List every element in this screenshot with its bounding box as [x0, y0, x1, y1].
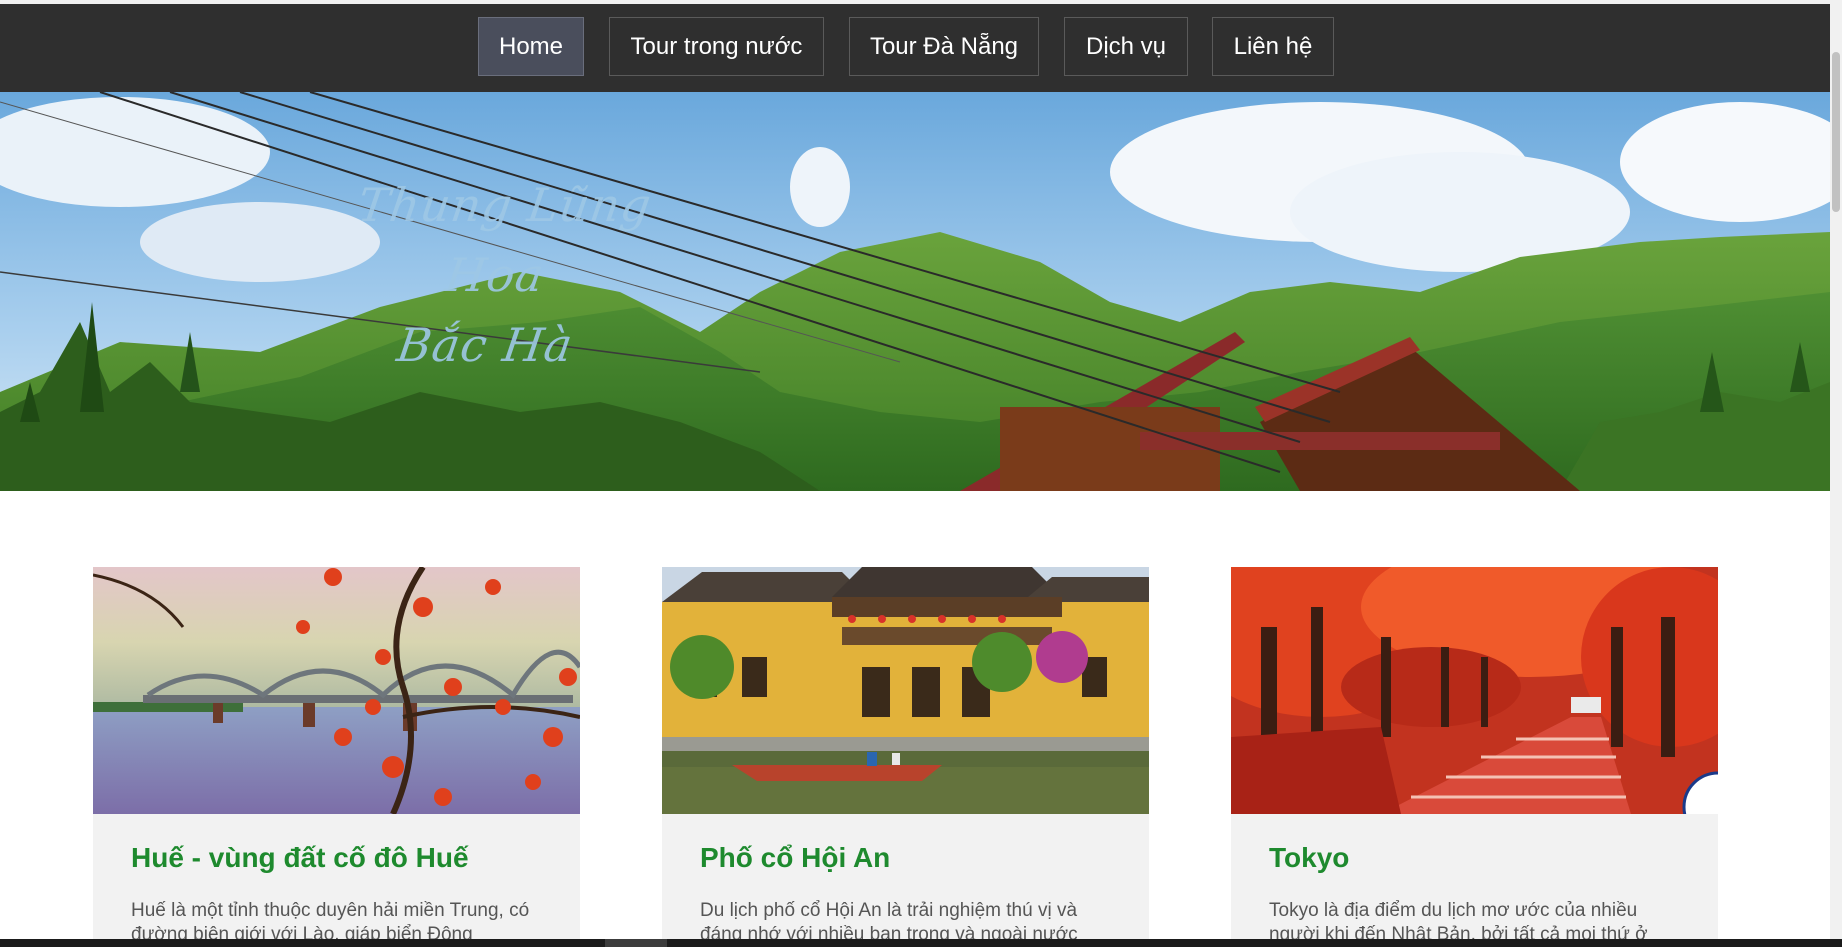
- nav-home[interactable]: Home: [478, 17, 584, 76]
- tour-card-tokyo[interactable]: Tokyo Tokyo là địa điểm du lịch mơ ước c…: [1231, 567, 1718, 947]
- scrollbar-thumb[interactable]: [1832, 52, 1840, 212]
- nav-tour-da-nang[interactable]: Tour Đà Nẵng: [849, 17, 1039, 76]
- taskbar-active-app[interactable]: [605, 939, 667, 947]
- card-title-hoi-an[interactable]: Phố cổ Hội An: [700, 842, 890, 874]
- page-scrollbar[interactable]: [1830, 0, 1842, 947]
- hero-caption: Thung Lũng Hoa Bắc Hà: [310, 170, 680, 380]
- hero-landscape-image: [0, 92, 1830, 491]
- card-image-hoi-an[interactable]: [662, 567, 1149, 814]
- hero-caption-line2: Bắc Hà: [393, 318, 577, 372]
- card-image-tokyo[interactable]: [1231, 567, 1718, 814]
- tour-card-hoi-an[interactable]: Phố cổ Hội An Du lịch phố cổ Hội An là t…: [662, 567, 1149, 947]
- hero-caption-line1: Thung Lũng Hoa: [354, 178, 656, 302]
- nav-tour-trong-nuoc[interactable]: Tour trong nước: [609, 17, 824, 76]
- main-navbar: Home Tour trong nước Tour Đà Nẵng Dịch v…: [0, 4, 1830, 92]
- hero-banner: Thung Lũng Hoa Bắc Hà: [0, 92, 1830, 491]
- nav-dich-vu[interactable]: Dịch vụ: [1064, 17, 1188, 76]
- card-title-hue[interactable]: Huế - vùng đất cố đô Huế: [131, 842, 469, 874]
- os-taskbar: [0, 939, 1842, 947]
- nav-lien-he[interactable]: Liên hệ: [1212, 17, 1334, 76]
- tour-card-hue[interactable]: Huế - vùng đất cố đô Huế Huế là một tỉnh…: [93, 567, 580, 947]
- card-title-tokyo[interactable]: Tokyo: [1269, 842, 1349, 874]
- card-image-hue[interactable]: [93, 567, 580, 814]
